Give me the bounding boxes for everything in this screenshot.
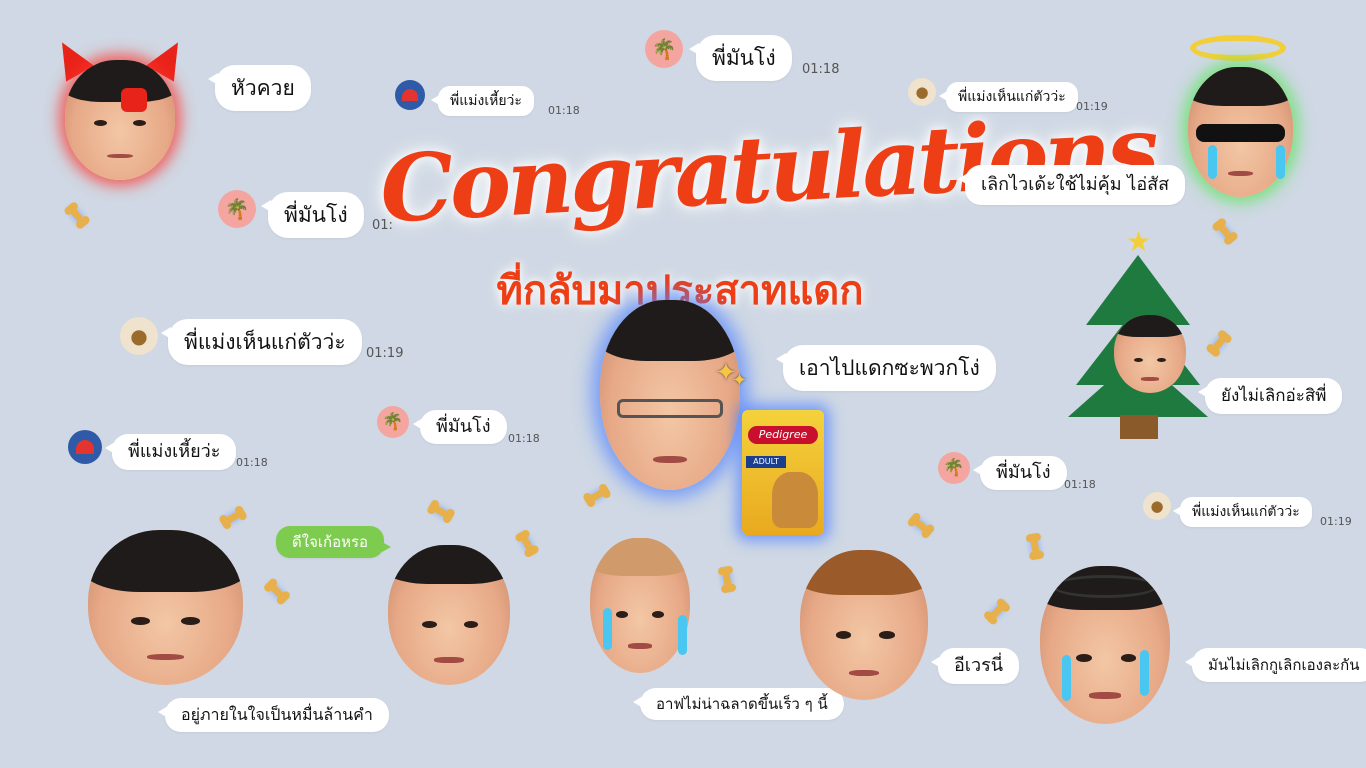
sent-message-bubble: ดีใจเก้อหรอ	[276, 526, 392, 558]
angry-icon	[121, 88, 147, 112]
halo-icon	[1190, 35, 1286, 61]
acorn-icon: ●	[908, 78, 936, 106]
message-bubble: พี่มันโง่	[261, 192, 364, 238]
timestamp: 01:18	[508, 432, 540, 445]
message-bubble: พี่แม่งเหี้ยว่ะ	[104, 434, 237, 470]
message-bubble: พี่มันโง่	[413, 410, 507, 444]
message-bubble: พี่มันโง่	[973, 456, 1067, 490]
timestamp: 01:18	[548, 104, 580, 117]
palm-tree-icon: 🌴	[377, 406, 409, 438]
bone-icon	[1210, 334, 1228, 353]
timestamp: 01:18	[236, 456, 268, 469]
dog-image	[772, 472, 818, 528]
timestamp: 01:19	[366, 346, 404, 361]
message-bubble: พี่แม่งเห็นแก่ตัวว่ะ	[939, 82, 1078, 112]
message-bubble: อาฟไม่น่าฉลาดขึ้นเร็ว ๆ นี้	[633, 688, 844, 720]
timestamp: 01:19	[1320, 515, 1352, 528]
palm-tree-icon: 🌴	[218, 190, 256, 228]
bone-icon	[68, 206, 86, 225]
bone-icon	[721, 570, 733, 589]
message-bubble: อีเวรนี่	[930, 648, 1020, 684]
message-bubble: พี่แม่งเหี้ยว่ะ	[431, 86, 534, 116]
palm-tree-icon: 🌴	[645, 30, 683, 68]
timestamp: 01:	[372, 218, 393, 233]
bone-icon	[1216, 222, 1234, 241]
message-bubble: เลิกไวเด้ะใช้ไม่คุ้ม ไอ่สัส	[957, 165, 1186, 205]
sparkle-icon: ✦	[732, 370, 748, 391]
message-bubble: เอาไปแดกซะพวกโง่	[776, 345, 996, 391]
message-bubble: หัวควย	[208, 65, 311, 111]
bone-icon	[268, 582, 286, 601]
acorn-icon: ●	[120, 317, 158, 355]
devil-face-sticker	[48, 34, 192, 180]
bottom-face-sticker	[1040, 566, 1170, 724]
timestamp: 01:19	[1076, 100, 1108, 113]
brand-logo: Pedigree	[748, 426, 818, 444]
message-bubble: ยังไม่เลิกอ่ะสิพี่	[1197, 378, 1343, 414]
bone-icon	[988, 602, 1006, 621]
bone-icon	[223, 509, 243, 526]
bone-icon	[519, 533, 535, 554]
message-bubble: มันไม่เลิกกูเลิกเองละกัน	[1185, 648, 1366, 682]
bottom-face-sticker	[88, 530, 243, 685]
message-bubble: พี่แม่งเห็นแก่ตัวว่ะ	[1173, 497, 1312, 527]
pokeball-icon	[395, 80, 425, 110]
pokeball-icon	[68, 430, 102, 464]
palm-tree-icon: 🌴	[938, 452, 970, 484]
bone-icon	[1029, 537, 1041, 556]
bottom-face-sticker	[590, 538, 690, 673]
christmas-tree-icon: ★	[1068, 225, 1208, 440]
bone-icon	[431, 503, 451, 520]
bottom-face-sticker	[388, 545, 510, 685]
congratulations-title: Congratulations	[377, 95, 1158, 244]
message-bubble: อยู่ภายในใจเป็นหมื่นล้านคำ	[158, 698, 389, 732]
center-face-sticker	[600, 300, 740, 490]
message-bubble: พี่มันโง่	[689, 35, 792, 81]
bag-label: ADULT	[746, 456, 786, 468]
timestamp: 01:18	[802, 62, 840, 77]
message-bubble: พี่แม่งเห็นแก่ตัวว่ะ	[161, 319, 362, 365]
halo-face-sticker	[1180, 35, 1300, 205]
dog-food-bag: Pedigree ADULT	[742, 410, 824, 535]
acorn-icon: ●	[1143, 492, 1171, 520]
bottom-face-sticker	[800, 550, 928, 700]
bone-icon	[911, 517, 931, 534]
timestamp: 01:18	[1064, 478, 1096, 491]
bone-icon	[587, 487, 607, 504]
